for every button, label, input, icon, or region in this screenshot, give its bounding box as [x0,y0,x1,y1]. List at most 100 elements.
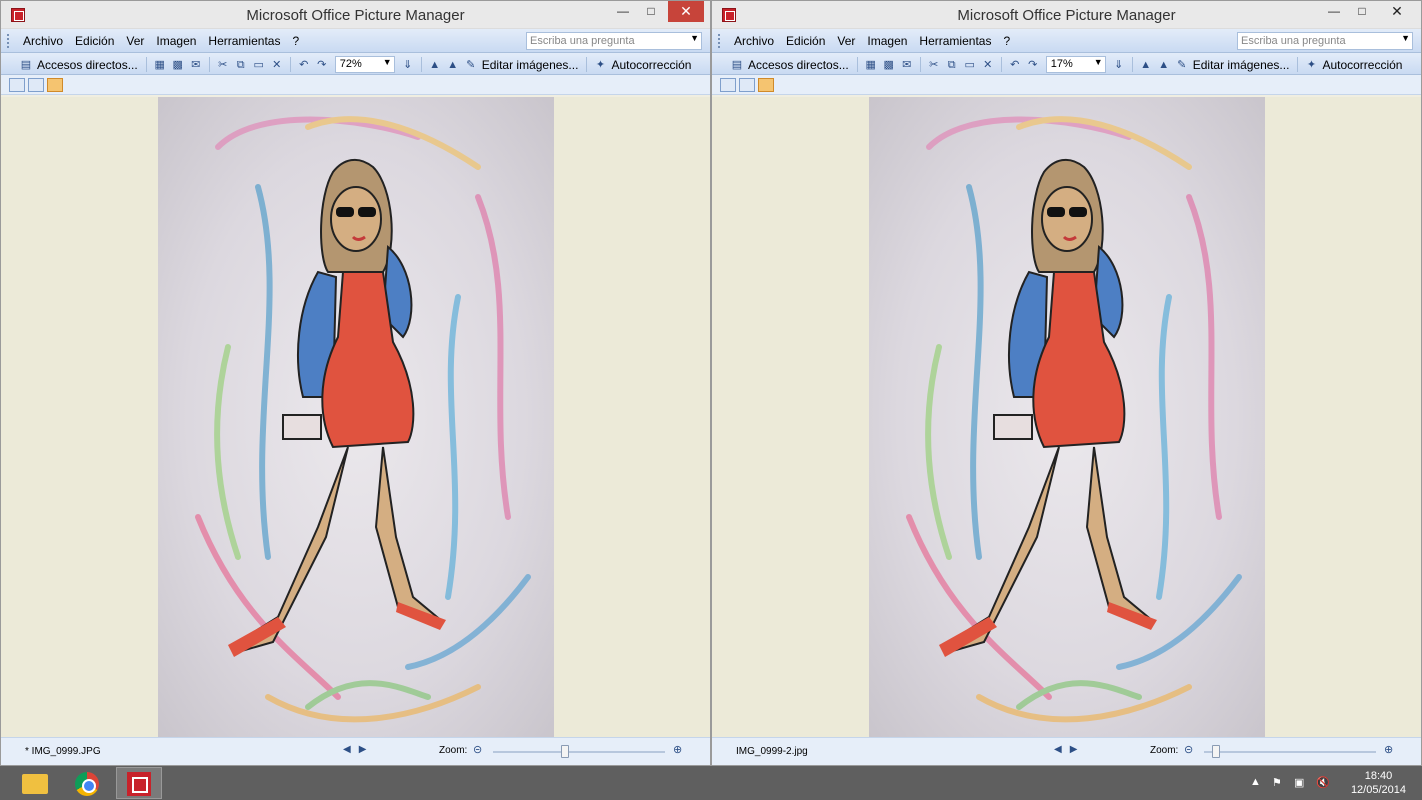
dropdown-arrow-icon[interactable]: ▼ [690,33,699,43]
next-icon[interactable]: ▶ [1070,744,1086,755]
minimize-button[interactable]: — [1319,1,1349,22]
ask-question-box[interactable]: Escriba una pregunta ▼ [526,32,702,50]
print-icon[interactable]: ▩ [882,58,896,72]
undo-icon[interactable]: ↶ [297,58,311,72]
toolbar-options-icon[interactable]: ⇓ [401,58,415,72]
zoom-select[interactable]: 72% ▼ [334,56,395,73]
menu-help[interactable]: ? [286,34,305,48]
separator [289,57,291,72]
cut-icon[interactable]: ✂ [216,58,230,72]
cut-icon[interactable]: ✂ [927,58,941,72]
close-button[interactable]: ✕ [1379,1,1415,22]
taskbar-file-explorer[interactable] [12,767,58,799]
dropdown-arrow-icon[interactable]: ▼ [1094,57,1103,67]
save-icon[interactable]: ▦ [864,58,878,72]
separator [586,57,588,72]
copy-icon[interactable]: ⧉ [945,58,959,72]
autocorrect-button[interactable]: Autocorrección [1322,58,1402,72]
network-icon[interactable]: ▣ [1294,776,1304,789]
delete-icon[interactable]: ✕ [981,58,995,72]
separator [1000,57,1002,72]
menu-ver[interactable]: Ver [120,34,150,48]
grip-handle[interactable] [718,34,721,48]
menu-herramientas[interactable]: Herramientas [202,34,286,48]
maximize-button[interactable]: □ [1347,1,1377,22]
menu-archivo[interactable]: Archivo [17,34,69,48]
close-button[interactable]: ✕ [668,1,704,22]
zoom-slider-thumb[interactable] [561,745,569,758]
email-icon[interactable]: ✉ [189,58,203,72]
previous-icon[interactable]: ◀ [343,744,359,755]
zoom-select[interactable]: 17% ▼ [1045,56,1106,73]
print-icon[interactable]: ▩ [171,58,185,72]
previous-icon[interactable]: ◀ [1054,744,1070,755]
rotate-right-icon[interactable]: ▲ [1157,58,1171,72]
minimize-button[interactable]: — [608,1,638,22]
undo-icon[interactable]: ↶ [1008,58,1022,72]
dropdown-arrow-icon[interactable]: ▼ [383,57,392,67]
paste-icon[interactable]: ▭ [252,58,266,72]
redo-icon[interactable]: ↷ [1026,58,1040,72]
shortcuts-button[interactable]: Accesos directos... [37,58,138,72]
zoom-in-icon[interactable]: ⊕ [1384,743,1393,756]
autocorrect-button[interactable]: Autocorrección [611,58,691,72]
title-bar[interactable]: Microsoft Office Picture Manager — □ ✕ [712,1,1421,29]
rotate-right-icon[interactable]: ▲ [446,58,460,72]
thumbnail-view-icon[interactable] [9,77,25,92]
toolbar-options-icon[interactable]: ⇓ [1112,58,1126,72]
email-icon[interactable]: ✉ [900,58,914,72]
redo-icon[interactable]: ↷ [315,58,329,72]
menu-imagen[interactable]: Imagen [861,34,913,48]
taskbar-picture-manager[interactable] [116,767,162,799]
title-bar[interactable]: Microsoft Office Picture Manager — □ ✕ [1,1,710,29]
show-hidden-icons-icon[interactable]: ▲ [1250,776,1261,788]
system-clock[interactable]: 18:40 12/05/2014 [1351,769,1406,797]
menu-herramientas[interactable]: Herramientas [913,34,997,48]
ask-question-placeholder: Escriba una pregunta [530,35,635,47]
edit-pictures-button[interactable]: Editar imágenes... [1193,58,1290,72]
menu-help[interactable]: ? [997,34,1016,48]
delete-icon[interactable]: ✕ [270,58,284,72]
edit-pictures-button[interactable]: Editar imágenes... [482,58,579,72]
ask-question-box[interactable]: Escriba una pregunta ▼ [1237,32,1413,50]
dropdown-arrow-icon[interactable]: ▼ [1401,33,1410,43]
grip-handle[interactable] [7,34,10,48]
menu-edicion[interactable]: Edición [780,34,831,48]
single-picture-view-icon[interactable] [47,77,63,92]
menu-archivo[interactable]: Archivo [728,34,780,48]
maximize-button[interactable]: □ [636,1,666,22]
shortcuts-icon: ▤ [20,58,32,71]
zoom-slider-thumb[interactable] [1212,745,1220,758]
menu-imagen[interactable]: Imagen [150,34,202,48]
separator [145,57,147,72]
rotate-left-icon[interactable]: ▲ [1139,58,1153,72]
picture-preview[interactable] [869,97,1265,737]
paste-icon[interactable]: ▭ [963,58,977,72]
thumbnail-view-icon[interactable] [720,77,736,92]
shortcuts-button[interactable]: Accesos directos... [748,58,849,72]
filmstrip-view-icon[interactable] [28,77,44,92]
clock-time: 18:40 [1364,770,1393,782]
save-icon[interactable]: ▦ [153,58,167,72]
zoom-slider[interactable] [1204,751,1376,753]
zoom-slider[interactable] [493,751,665,753]
menu-ver[interactable]: Ver [831,34,861,48]
single-picture-view-icon[interactable] [758,77,774,92]
zoom-out-icon[interactable]: ⊝ [1184,743,1193,756]
zoom-label: Zoom: [439,745,468,756]
window-title: Microsoft Office Picture Manager [957,7,1176,24]
folder-icon [22,774,48,794]
zoom-out-icon[interactable]: ⊝ [473,743,482,756]
menu-edicion[interactable]: Edición [69,34,120,48]
action-center-flag-icon[interactable]: ⚑ [1272,776,1282,789]
rotate-left-icon[interactable]: ▲ [428,58,442,72]
picture-preview[interactable] [158,97,554,737]
separator [1297,57,1299,72]
next-icon[interactable]: ▶ [359,744,375,755]
autocorrect-icon: ✦ [1306,58,1317,71]
zoom-in-icon[interactable]: ⊕ [673,743,682,756]
volume-muted-icon[interactable]: 🔇 [1316,776,1330,789]
filmstrip-view-icon[interactable] [739,77,755,92]
taskbar-chrome[interactable] [64,767,110,799]
copy-icon[interactable]: ⧉ [234,58,248,72]
